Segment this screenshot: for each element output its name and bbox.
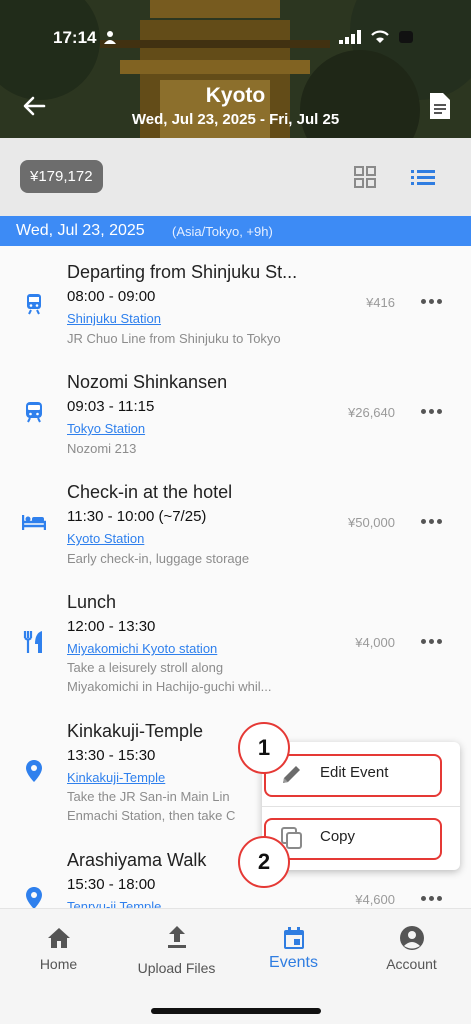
event-note: Early check-in, luggage storage [67, 551, 250, 566]
header-banner: 17:14 Kyoto Wed, Jul 23, 2025 - Fri, Jul… [0, 0, 471, 138]
event-note: Take a leisurely stroll along [67, 660, 224, 675]
event-location-link[interactable]: Tokyo Station [67, 421, 145, 436]
event-title: Check-in at the hotel [67, 482, 233, 502]
status-time: 17:14 [53, 28, 97, 47]
grid-view-icon[interactable] [354, 166, 376, 188]
nav-events[interactable]: Events [235, 909, 352, 989]
total-cost-chip: ¥179,172 [20, 160, 103, 193]
status-icons [339, 30, 413, 44]
event-location-link[interactable]: Miyakomichi Kyoto station [67, 641, 217, 656]
home-indicator [151, 1008, 321, 1014]
annotation-badge-2: 2 [238, 836, 290, 888]
location-pin-icon [26, 760, 42, 782]
edit-event-highlight [264, 754, 442, 797]
calendar-icon [283, 927, 304, 949]
train-icon [27, 294, 41, 315]
annotation-badge-1: 1 [238, 722, 290, 774]
person-icon [104, 31, 116, 44]
event-time: 09:03 - 11:15 [67, 398, 155, 415]
event-item[interactable]: Check-in at the hotel 11:30 - 10:00 (~7/… [0, 482, 471, 592]
event-note: Enmachi Station, then take C [67, 808, 236, 823]
event-time: 08:00 - 09:00 [67, 288, 156, 305]
battery-icon [399, 31, 413, 43]
event-note: JR Chuo Line from Shinjuku to Tokyo [67, 331, 281, 346]
location-pin-icon [26, 887, 42, 908]
nav-upload-files[interactable]: Upload Files [118, 909, 235, 989]
more-options-icon[interactable] [421, 639, 443, 647]
nav-home[interactable]: Home [0, 909, 117, 989]
home-icon [47, 928, 70, 948]
account-icon [399, 926, 424, 950]
event-title: Lunch [67, 592, 117, 612]
summary-toolbar: ¥179,172 [0, 138, 471, 216]
wifi-icon [371, 30, 389, 43]
event-time: 11:30 - 10:00 (~7/25) [67, 508, 207, 525]
restaurant-icon [23, 631, 42, 653]
event-price: ¥4,000 [355, 635, 395, 650]
event-price: ¥416 [366, 295, 395, 310]
nav-upload-files-label: Upload Files [137, 960, 216, 976]
more-options-icon[interactable] [421, 409, 443, 417]
event-location-link[interactable]: Kyoto Station [67, 531, 144, 546]
signal-icon [339, 30, 361, 44]
trip-date-range: Wed, Jul 23, 2025 - Fri, Jul 25 [131, 111, 340, 128]
hotel-bed-icon [22, 515, 46, 530]
nav-account[interactable]: Account [353, 909, 470, 989]
event-note: Miyakomichi in Hachijo-guchi whil... [67, 679, 272, 694]
upload-icon [167, 926, 186, 948]
event-time: 15:30 - 18:00 [67, 876, 156, 893]
copy-highlight [264, 818, 442, 860]
event-title: Departing from Shinjuku St... [67, 262, 298, 282]
event-location-link[interactable]: Tenryu-ji Temple [67, 899, 161, 908]
date-header: Wed, Jul 23, 2025 (Asia/Tokyo, +9h) [0, 216, 471, 246]
event-location-link[interactable]: Kinkakuji-Temple [67, 770, 165, 785]
menu-divider [262, 806, 460, 807]
event-note: Nozomi 213 [67, 441, 137, 456]
event-title: Kinkakuji-Temple [67, 721, 204, 741]
trip-title: Kyoto [205, 84, 266, 107]
event-item[interactable]: Lunch 12:00 - 13:30 Miyakomichi Kyoto st… [0, 592, 471, 702]
event-title: Nozomi Shinkansen [67, 372, 228, 392]
event-price: ¥50,000 [348, 515, 395, 530]
nav-account-label: Account [386, 956, 437, 972]
event-price: ¥26,640 [348, 405, 395, 420]
bottom-navigation: Home Upload Files Events Account [0, 908, 471, 1024]
event-location-link[interactable]: Shinjuku Station [67, 311, 161, 326]
document-icon[interactable] [427, 92, 453, 120]
list-view-icon[interactable] [411, 167, 435, 187]
more-options-icon[interactable] [421, 896, 443, 904]
timezone-label: (Asia/Tokyo, +9h) [172, 224, 273, 239]
event-time: 12:00 - 13:30 [67, 618, 156, 635]
more-options-icon[interactable] [421, 519, 443, 527]
shinkansen-icon [26, 402, 42, 423]
nav-home-label: Home [39, 956, 78, 972]
event-title: Arashiyama Walk [67, 850, 207, 870]
event-item[interactable]: Nozomi Shinkansen 09:03 - 11:15 Tokyo St… [0, 372, 471, 482]
nav-events-label: Events [269, 954, 318, 971]
date-label: Wed, Jul 23, 2025 [16, 222, 145, 239]
event-item[interactable]: Departing from Shinjuku St... 08:00 - 09… [0, 262, 471, 372]
event-note: Take the JR San-in Main Lin [67, 789, 230, 804]
event-time: 13:30 - 15:30 [67, 747, 156, 764]
event-price: ¥4,600 [355, 892, 395, 907]
more-options-icon[interactable] [421, 299, 443, 307]
